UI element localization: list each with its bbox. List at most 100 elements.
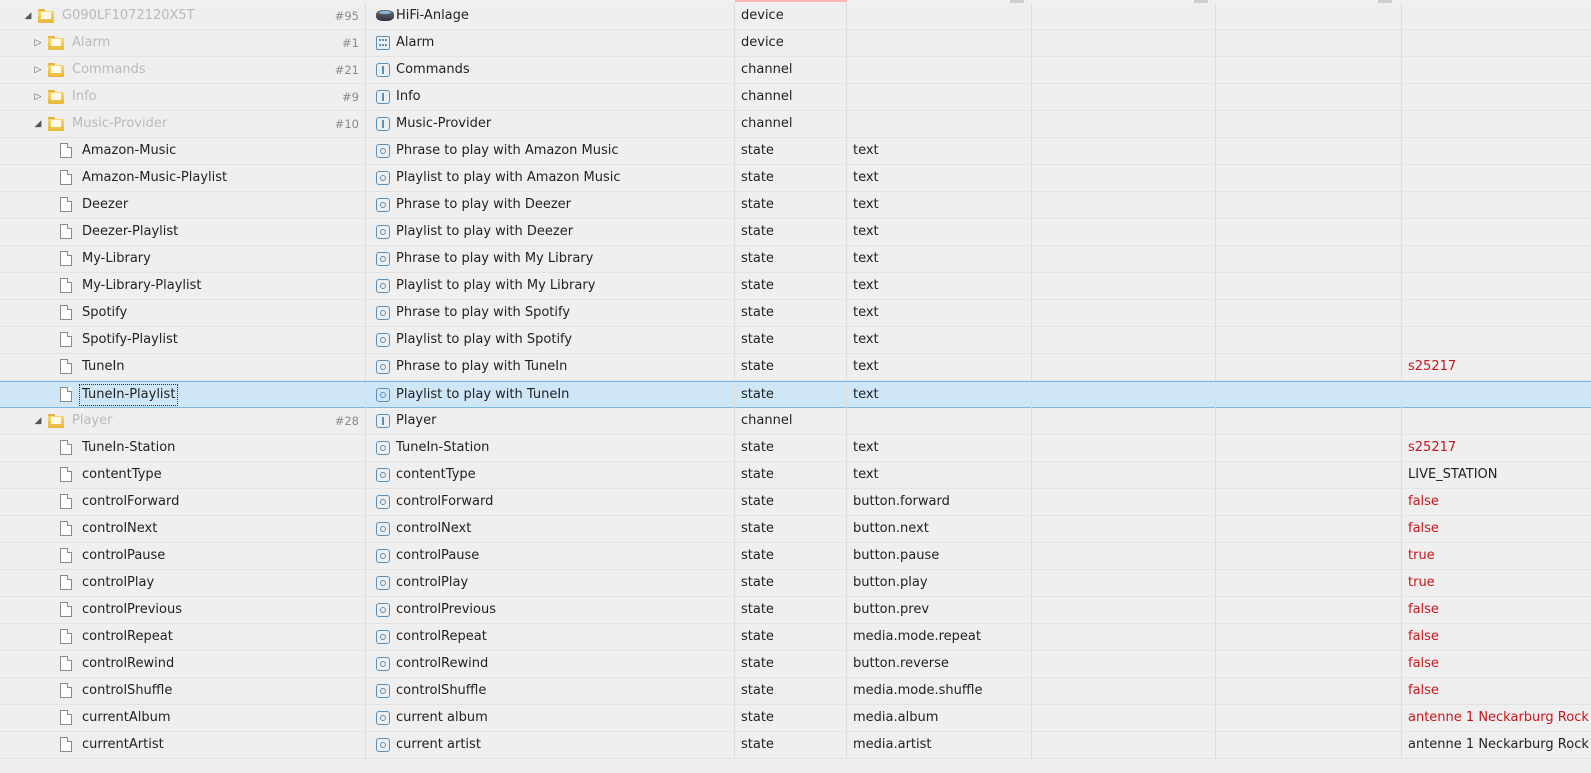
type-cell: channel [735,57,847,83]
name-cell[interactable]: controlShuffle [0,678,366,704]
name-cell[interactable]: controlPause [0,543,366,569]
tree-row-folder[interactable]: ▷ Alarm #1 Alarm device [0,30,1591,57]
tree-row-state[interactable]: controlRepeat controlRepeat state media.mod… [0,624,1591,651]
value-cell[interactable]: false [1402,678,1591,704]
tree-row-state[interactable]: My-Library-Playlist Playlist to play with… [0,273,1591,300]
value-cell[interactable] [1402,246,1591,272]
tree-row-folder[interactable]: ▷ Commands #21 Commands channel [0,57,1591,84]
tree-row-state[interactable]: currentAlbum current album state media.albu… [0,705,1591,732]
value-cell[interactable]: antenne 1 Neckarburg Rock & [1402,732,1591,758]
name-cell[interactable]: TuneIn-Playlist [0,382,366,408]
expand-toggle-icon[interactable]: ▷ [32,30,44,56]
value-cell[interactable] [1402,327,1591,353]
document-icon [60,494,72,509]
collapse-toggle-icon[interactable]: ◢ [22,3,34,29]
tree-row-state[interactable]: Deezer-Playlist Playlist to play with Dee… [0,219,1591,246]
value-cell[interactable]: true [1402,543,1591,569]
tree-row-state[interactable]: controlPrevious controlPrevious state butto… [0,597,1591,624]
value-cell[interactable] [1402,3,1591,29]
value-cell[interactable]: false [1402,651,1591,677]
name-cell[interactable]: Amazon-Music [0,138,366,164]
value-cell[interactable]: false [1402,624,1591,650]
document-icon [60,737,72,752]
name-cell[interactable]: Deezer-Playlist [0,219,366,245]
name-cell[interactable]: Spotify-Playlist [0,327,366,353]
value-cell[interactable] [1402,273,1591,299]
value-cell[interactable] [1402,165,1591,191]
tree-row-state[interactable]: Spotify Phrase to play with Spotify state t… [0,300,1591,327]
name-cell[interactable]: ▷ Info #9 [0,84,366,110]
tree-row-state[interactable]: currentArtist current artist state media.ar… [0,732,1591,759]
name-cell[interactable]: TuneIn [0,354,366,380]
name-cell[interactable]: controlNext [0,516,366,542]
value-cell[interactable]: false [1402,489,1591,515]
expand-toggle-icon[interactable]: ▷ [32,84,44,110]
tree-row-state[interactable]: Amazon-Music Phrase to play with Amazon M… [0,138,1591,165]
name-cell[interactable]: ▷ Alarm #1 [0,30,366,56]
tree-row-state[interactable]: Amazon-Music-Playlist Playlist to play wi… [0,165,1591,192]
room-cell [1032,597,1216,623]
name-cell[interactable]: controlRewind [0,651,366,677]
function-cell [1216,678,1402,704]
value-cell[interactable]: false [1402,597,1591,623]
document-icon [60,683,72,698]
value-cell[interactable]: LIVE_STATION [1402,462,1591,488]
tree-row-state[interactable]: TuneIn-Playlist Playlist to play with Tun… [0,381,1591,408]
tree-row-folder[interactable]: ▷ Info #9 Info channel [0,84,1591,111]
value-cell[interactable] [1402,138,1591,164]
name-cell[interactable]: ◢ Music-Provider #10 [0,111,366,137]
value-cell[interactable] [1402,30,1591,56]
value-cell[interactable] [1402,111,1591,137]
value-cell[interactable]: antenne 1 Neckarburg Rock & [1402,705,1591,731]
value-cell[interactable]: true [1402,570,1591,596]
name-cell[interactable]: controlRepeat [0,624,366,650]
value-cell[interactable] [1402,57,1591,83]
value-cell[interactable]: s25217 [1402,435,1591,461]
name-cell[interactable]: controlPlay [0,570,366,596]
tree-row-state[interactable]: Deezer Phrase to play with Deezer state tex… [0,192,1591,219]
tree-row-state[interactable]: TuneIn-Station TuneIn-Station state text s25… [0,435,1591,462]
name-cell[interactable]: Deezer [0,192,366,218]
description-cell: current artist [366,732,735,758]
name-cell[interactable]: My-Library-Playlist [0,273,366,299]
value-cell[interactable] [1402,300,1591,326]
tree-row-state[interactable]: contentType contentType state text LIVE_STAT… [0,462,1591,489]
expand-toggle-icon[interactable]: ▷ [32,57,44,83]
tree-row-folder[interactable]: ◢ G090LF1072120X5T #95 HiFi-Anlage device [0,3,1591,30]
tree-row-state[interactable]: controlNext controlNext state button.next fa… [0,516,1591,543]
tree-row-state[interactable]: My-Library Phrase to play with My Library… [0,246,1591,273]
collapse-toggle-icon[interactable]: ◢ [32,408,44,434]
value-cell[interactable] [1402,192,1591,218]
name-cell[interactable]: Amazon-Music-Playlist [0,165,366,191]
name-cell[interactable]: My-Library [0,246,366,272]
tree-row-state[interactable]: controlPause controlPause state button.paus… [0,543,1591,570]
value-cell[interactable]: s25217 [1402,354,1591,380]
tree-row-state[interactable]: controlShuffle controlShuffle state media.m… [0,678,1591,705]
value-cell[interactable]: false [1402,516,1591,542]
name-cell[interactable]: currentAlbum [0,705,366,731]
name-cell[interactable]: controlPrevious [0,597,366,623]
name-cell[interactable]: contentType [0,462,366,488]
name-cell[interactable]: ▷ Commands #21 [0,57,366,83]
tree-row-state[interactable]: Spotify-Playlist Playlist to play with Sp… [0,327,1591,354]
tree-row-folder[interactable]: ◢ Music-Provider #10 Music-Provider channel [0,111,1591,138]
tree-row-state[interactable]: controlRewind controlRewind state button.re… [0,651,1591,678]
tree-row-folder[interactable]: ◢ Player #28 Player channel [0,408,1591,435]
tree-row-state[interactable]: controlPlay controlPlay state button.play tr… [0,570,1591,597]
tree-row-state[interactable]: TuneIn Phrase to play with TuneIn state tex… [0,354,1591,381]
value-cell[interactable] [1402,382,1591,408]
name-cell[interactable]: Spotify [0,300,366,326]
document-icon [60,710,72,725]
value-cell[interactable] [1402,84,1591,110]
role-cell: text [847,300,1032,326]
value-cell[interactable] [1402,219,1591,245]
name-cell[interactable]: currentArtist [0,732,366,758]
collapse-toggle-icon[interactable]: ◢ [32,111,44,137]
room-cell [1032,624,1216,650]
name-cell[interactable]: ◢ G090LF1072120X5T #95 [0,3,366,29]
value-cell[interactable] [1402,408,1591,434]
name-cell[interactable]: TuneIn-Station [0,435,366,461]
name-cell[interactable]: ◢ Player #28 [0,408,366,434]
tree-row-state[interactable]: controlForward controlForward state button.… [0,489,1591,516]
name-cell[interactable]: controlForward [0,489,366,515]
